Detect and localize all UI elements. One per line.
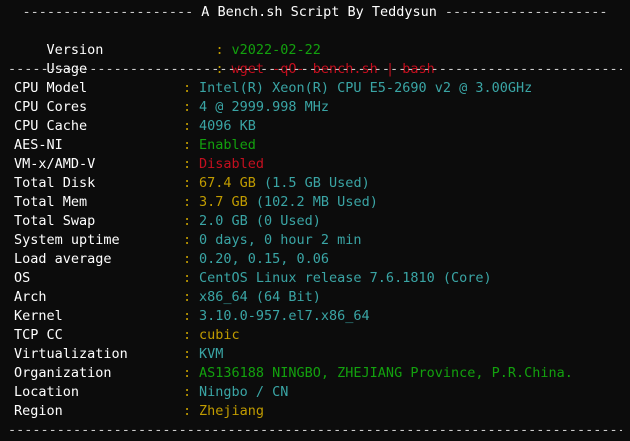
separator-line-bottom: ----------------------------------------…	[8, 422, 622, 438]
system-info-row: Organization: AS136188 NINGBO, ZHEJIANG P…	[14, 364, 573, 383]
row-value: 4096 KB	[199, 118, 256, 134]
system-info-row: TCP CC: cubic	[14, 326, 240, 345]
row-value: AS136188 NINGBO, ZHEJIANG Province, P.R.…	[199, 365, 573, 381]
row-value-extra: (102.2 MB Used)	[247, 194, 378, 210]
system-info-row: OS: CentOS Linux release 7.6.1810 (Core)	[14, 269, 492, 288]
separator-line: ----------------------------------------…	[8, 61, 622, 77]
row-label: Total Mem	[14, 194, 88, 210]
system-info-row: CPU Model: Intel(R) Xeon(R) CPU E5-2690 v…	[14, 79, 532, 98]
row-colon: :	[183, 156, 192, 172]
system-info-row: Total Swap:2.0 GB (0 Used)	[14, 212, 321, 231]
row-label: Region	[14, 403, 63, 419]
row-label: AES-NI	[14, 137, 63, 153]
row-colon: :	[183, 289, 192, 305]
row-label: Total Swap	[14, 213, 96, 229]
system-info-row: Virtualization: KVM	[14, 345, 223, 364]
row-label: TCP CC	[14, 327, 63, 343]
row-colon: :	[183, 80, 192, 96]
row-colon: :	[183, 403, 192, 419]
system-info-row: Kernel:3.10.0-957.el7.x86_64	[14, 307, 370, 326]
header-dashes-left: ---------------------	[22, 4, 194, 20]
row-label: Arch	[14, 289, 47, 305]
row-colon: :	[183, 137, 192, 153]
row-colon: :	[183, 308, 192, 324]
row-value: 3.7 GB	[199, 194, 248, 210]
row-colon: :	[183, 194, 192, 210]
row-value: Intel(R) Xeon(R) CPU E5-2690 v2 @ 3.00GH…	[199, 80, 533, 96]
system-info-row: Region: Zhejiang	[14, 402, 264, 421]
system-info-row: Arch: x86_64 (64 Bit)	[14, 288, 321, 307]
row-value: Zhejiang	[199, 403, 265, 419]
row-value: Enabled	[199, 137, 256, 153]
row-value: cubic	[199, 327, 240, 343]
system-info-row: Total Disk:67.4 GB (1.5 GB Used)	[14, 174, 370, 193]
header-title: A Bench.sh Script By Teddysun	[201, 4, 437, 20]
row-label: System uptime	[14, 232, 120, 248]
row-value: Ningbo / CN	[199, 384, 289, 400]
row-value-extra: (1.5 GB Used)	[255, 175, 370, 191]
row-label: Location	[14, 384, 80, 400]
row-value: 0.20, 0.15, 0.06	[199, 251, 330, 267]
row-colon: :	[183, 327, 192, 343]
row-label: OS	[14, 270, 31, 286]
system-info-row: Load average:0.20, 0.15, 0.06	[14, 250, 329, 269]
system-info-row: Location: Ningbo / CN	[14, 383, 288, 402]
row-colon: :	[183, 346, 192, 362]
row-value: 2.0 GB (0 Used)	[199, 213, 321, 229]
row-label: Total Disk	[14, 175, 96, 191]
system-info-row: CPU Cores:4 @ 2999.998 MHz	[14, 98, 329, 117]
row-value: 3.10.0-957.el7.x86_64	[199, 308, 370, 324]
row-value: CentOS Linux release 7.6.1810 (Core)	[199, 270, 492, 286]
row-label: CPU Cores	[14, 99, 88, 115]
row-value: KVM	[199, 346, 224, 362]
row-value: 0 days, 0 hour 2 min	[199, 232, 362, 248]
info-row-version: Version: v2022-02-22	[14, 22, 321, 58]
row-colon: :	[183, 384, 192, 400]
row-label: Virtualization	[14, 346, 128, 362]
header-dashes-right: --------------------	[444, 4, 608, 20]
row-colon: :	[183, 251, 192, 267]
row-label: CPU Model	[14, 80, 88, 96]
system-info-row: AES-NI: Enabled	[14, 136, 256, 155]
row-value: 4 @ 2999.998 MHz	[199, 99, 330, 115]
row-colon: :	[183, 175, 192, 191]
row-colon: :	[183, 213, 192, 229]
system-info-row: Total Mem:3.7 GB (102.2 MB Used)	[14, 193, 378, 212]
row-value: Disabled	[199, 156, 265, 172]
system-info-row: System uptime:0 days, 0 hour 2 min	[14, 231, 362, 250]
row-colon: :	[183, 365, 192, 381]
row-label: Kernel	[14, 308, 63, 324]
row-label: CPU Cache	[14, 118, 88, 134]
row-value: x86_64 (64 Bit)	[199, 289, 321, 305]
row-colon: :	[183, 232, 192, 248]
info-row-usage: Usage: wget -qO- bench.sh | bash	[14, 41, 435, 77]
row-colon: :	[183, 270, 192, 286]
terminal-window[interactable]: --------------------- A Bench.sh Script …	[0, 0, 630, 441]
row-value: 67.4 GB	[199, 175, 256, 191]
system-info-row: CPU Cache:4096 KB	[14, 117, 256, 136]
header-title-line: --------------------- A Bench.sh Script …	[0, 3, 630, 22]
row-label: VM-x/AMD-V	[14, 156, 96, 172]
row-label: Load average	[14, 251, 112, 267]
row-colon: :	[183, 118, 192, 134]
row-label: Organization	[14, 365, 112, 381]
system-info-row: VM-x/AMD-V: Disabled	[14, 155, 264, 174]
row-colon: :	[183, 99, 192, 115]
